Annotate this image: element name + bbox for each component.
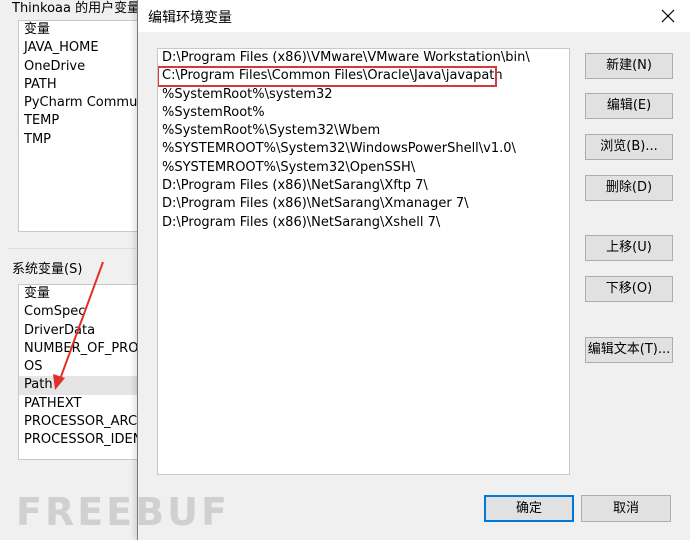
move-down-button[interactable]: 下移(O) <box>585 276 673 302</box>
list-item[interactable]: JAVA_HOME <box>19 39 143 57</box>
close-button[interactable] <box>645 0 690 32</box>
dialog-title: 编辑环境变量 <box>148 10 232 26</box>
path-row[interactable]: D:\Program Files (x86)\VMware\VMware Wor… <box>158 49 569 67</box>
path-row[interactable]: D:\Program Files (x86)\NetSarang\Xftp 7\ <box>158 177 569 195</box>
title-bar[interactable]: 编辑环境变量 <box>138 0 690 32</box>
path-row[interactable]: %SystemRoot% <box>158 104 569 122</box>
list-item[interactable]: OS <box>19 358 143 376</box>
edit-text-button[interactable]: 编辑文本(T)... <box>585 337 673 363</box>
path-list[interactable]: D:\Program Files (x86)\VMware\VMware Wor… <box>157 48 570 475</box>
close-icon <box>661 9 675 23</box>
edit-button[interactable]: 编辑(E) <box>585 93 673 119</box>
list-item[interactable]: PROCESSOR_IDENTIFIER <box>19 431 143 449</box>
system-vars-header[interactable]: 变量 <box>19 285 143 303</box>
path-row[interactable]: D:\Program Files (x86)\NetSarang\Xshell … <box>158 214 569 232</box>
user-vars-header[interactable]: 变量 <box>19 21 143 39</box>
list-item[interactable]: NUMBER_OF_PROCESSORS <box>19 340 143 358</box>
list-item-path-selected[interactable]: Path <box>19 376 143 395</box>
ok-button[interactable]: 确定 <box>484 495 574 522</box>
list-item[interactable]: PROCESSOR_ARCHITECTURE <box>19 413 143 431</box>
divider <box>8 248 142 249</box>
watermark-logo: FREEBUF <box>16 490 230 534</box>
list-item[interactable]: ComSpec <box>19 303 143 321</box>
delete-button[interactable]: 删除(D) <box>585 175 673 201</box>
path-row[interactable]: %SystemRoot%\system32 <box>158 86 569 104</box>
list-item[interactable]: PATHEXT <box>19 395 143 413</box>
new-button[interactable]: 新建(N) <box>585 53 673 79</box>
system-vars-list[interactable]: 变量 ComSpec DriverData NUMBER_OF_PROCESSO… <box>18 284 144 460</box>
user-vars-list[interactable]: 变量 JAVA_HOME OneDrive PATH PyCharm Commu… <box>18 20 144 232</box>
list-item[interactable]: PATH <box>19 76 143 94</box>
list-item[interactable]: DriverData <box>19 322 143 340</box>
path-row[interactable]: %SYSTEMROOT%\System32\OpenSSH\ <box>158 159 569 177</box>
list-item[interactable]: OneDrive <box>19 58 143 76</box>
list-item[interactable]: PyCharm Community Edition <box>19 94 143 112</box>
list-item[interactable]: TEMP <box>19 112 143 130</box>
path-row[interactable]: %SystemRoot%\System32\Wbem <box>158 122 569 140</box>
list-item[interactable]: TMP <box>19 131 143 149</box>
path-row[interactable]: D:\Program Files (x86)\NetSarang\Xmanage… <box>158 195 569 213</box>
path-row-highlighted[interactable]: C:\Program Files\Common Files\Oracle\Jav… <box>158 66 503 87</box>
cancel-button[interactable]: 取消 <box>581 495 671 522</box>
edit-env-var-dialog: 编辑环境变量 D:\Program Files (x86)\VMware\VMw… <box>137 0 690 540</box>
path-row[interactable]: %SYSTEMROOT%\System32\WindowsPowerShell\… <box>158 140 569 158</box>
browse-button[interactable]: 浏览(B)... <box>585 134 673 160</box>
move-up-button[interactable]: 上移(U) <box>585 235 673 261</box>
system-vars-label: 系统变量(S) <box>12 262 83 277</box>
